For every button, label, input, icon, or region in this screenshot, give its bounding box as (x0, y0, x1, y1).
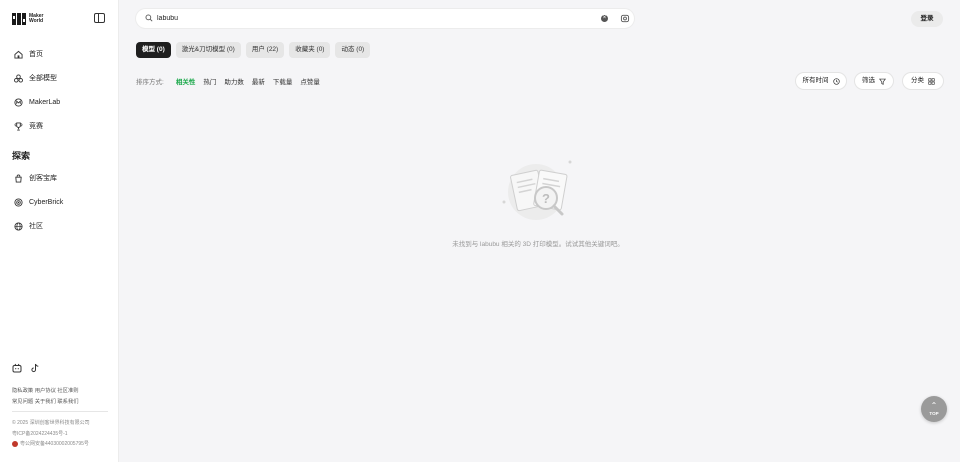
icp-license[interactable]: 粤ICP备2024224435号-1 (12, 430, 68, 437)
sidebar-item-label: CyberBrick (29, 198, 64, 206)
back-to-top-label: TOP (929, 411, 939, 416)
makerworld-logo-mark (12, 13, 26, 25)
result-type-tabs: 模型 (0) 激光&刀切模型 (0) 用户 (22) 收藏夹 (0) 动态 (0… (136, 42, 371, 58)
logo-wordmark: Maker World (29, 13, 44, 24)
privacy-policy-link[interactable]: 隐私政策 (12, 388, 33, 394)
arrow-up-icon: ⌃ (930, 401, 938, 410)
footer-links-row-2: 常见问题 关于我们 联系我们 (12, 397, 79, 405)
sidebar-collapse-button[interactable] (94, 13, 105, 23)
tab-collections[interactable]: 收藏夹 (0) (289, 42, 331, 58)
sidebar-item-label: 全部模型 (29, 75, 57, 82)
image-search-icon[interactable] (620, 14, 630, 23)
sidebar-item-creator-vault[interactable]: 创客宝库 (14, 172, 57, 184)
bag-icon (15, 174, 22, 183)
tab-laser-cut-models[interactable]: 激光&刀切模型 (0) (175, 42, 241, 58)
about-us-link[interactable]: 关于我们 (35, 399, 56, 405)
sidebar: Maker World 首页 全部模型 MakerLab 竞赛 探索 创客宝库 … (0, 0, 119, 462)
trophy-icon (14, 121, 23, 131)
sidebar-item-community[interactable]: 社区 (14, 220, 43, 232)
sidebar-item-makerlab[interactable]: MakerLab (14, 96, 60, 108)
sort-popular[interactable]: 热门 (203, 76, 216, 86)
sidebar-item-cyberbrick[interactable]: CyberBrick (14, 196, 63, 208)
sort-label: 排序方式: (136, 79, 164, 86)
funnel-icon (879, 78, 886, 85)
filter-label: 筛选 (862, 77, 875, 84)
user-agreement-link[interactable]: 用户协议 (35, 388, 56, 394)
cyberbrick-icon (14, 197, 23, 207)
faq-link[interactable]: 常见问题 (12, 399, 33, 405)
tiktok-icon[interactable] (30, 363, 40, 373)
sidebar-item-contest[interactable]: 竞赛 (14, 120, 43, 132)
contact-us-link[interactable]: 联系我们 (57, 399, 78, 405)
sort-downloads[interactable]: 下载量 (273, 76, 293, 86)
filter-button[interactable]: 筛选 (855, 73, 893, 89)
sidebar-item-label: 竞赛 (29, 123, 43, 130)
clock-icon (832, 77, 840, 85)
explore-section-title: 探索 (12, 151, 31, 161)
category-button[interactable]: 分类 (903, 73, 943, 89)
sort-likes[interactable]: 点赞量 (300, 76, 320, 86)
time-range-dropdown[interactable]: 所有时间 (796, 73, 846, 89)
copyright-text: © 2025 深圳创客世界科技有限公司 (12, 420, 90, 426)
globe-icon (14, 221, 23, 231)
back-to-top-button[interactable]: ⌃ TOP (921, 396, 947, 422)
makerlab-icon (14, 97, 23, 107)
clear-search-button[interactable]: × (601, 15, 608, 22)
category-label: 分类 (911, 77, 924, 84)
sort-boosts[interactable]: 助力数 (224, 76, 244, 86)
sort-relevance[interactable]: 相关性 (176, 76, 196, 86)
search-icon (145, 14, 153, 22)
home-icon (14, 50, 23, 59)
empty-result-illustration: ? (502, 160, 572, 220)
sidebar-item-label: 首页 (29, 51, 43, 58)
sidebar-item-home[interactable]: 首页 (14, 48, 43, 60)
police-badge-icon (12, 440, 18, 447)
tab-posts[interactable]: 动态 (0) (335, 42, 371, 58)
social-links (12, 363, 40, 373)
tab-users[interactable]: 用户 (22) (245, 42, 285, 58)
sort-options: 排序方式: 相关性 热门 助力数 最新 下载量 点赞量 (136, 76, 320, 86)
footer-divider (12, 411, 108, 412)
sort-newest[interactable]: 最新 (252, 76, 265, 86)
time-range-label: 所有时间 (802, 77, 829, 84)
sidebar-item-label: 创客宝库 (29, 175, 57, 182)
community-guidelines-link[interactable]: 社区准则 (57, 388, 78, 394)
makerworld-logo[interactable]: Maker World (12, 12, 43, 26)
search-input[interactable] (157, 12, 587, 25)
empty-state-message: 未找到与 labubu 相关的 3D 打印模型。试试其他关键词吧。 (452, 241, 624, 248)
bilibili-icon[interactable] (12, 363, 22, 373)
search-bar: × (136, 9, 634, 28)
sidebar-item-all-models[interactable]: 全部模型 (14, 72, 57, 84)
footer-links-row-1: 隐私政策 用户协议 社区准则 (12, 386, 79, 394)
sidebar-item-label: 社区 (29, 223, 43, 230)
sidebar-item-label: MakerLab (29, 98, 61, 106)
grid-icon (928, 77, 935, 85)
login-button[interactable]: 登录 (911, 11, 943, 27)
svg-text:?: ? (542, 191, 550, 206)
tab-models[interactable]: 模型 (0) (136, 42, 171, 58)
models-icon (14, 73, 23, 83)
police-record[interactable]: 粤公网安备44030002005795号 (12, 440, 89, 447)
police-record-text: 粤公网安备44030002005795号 (20, 441, 89, 447)
